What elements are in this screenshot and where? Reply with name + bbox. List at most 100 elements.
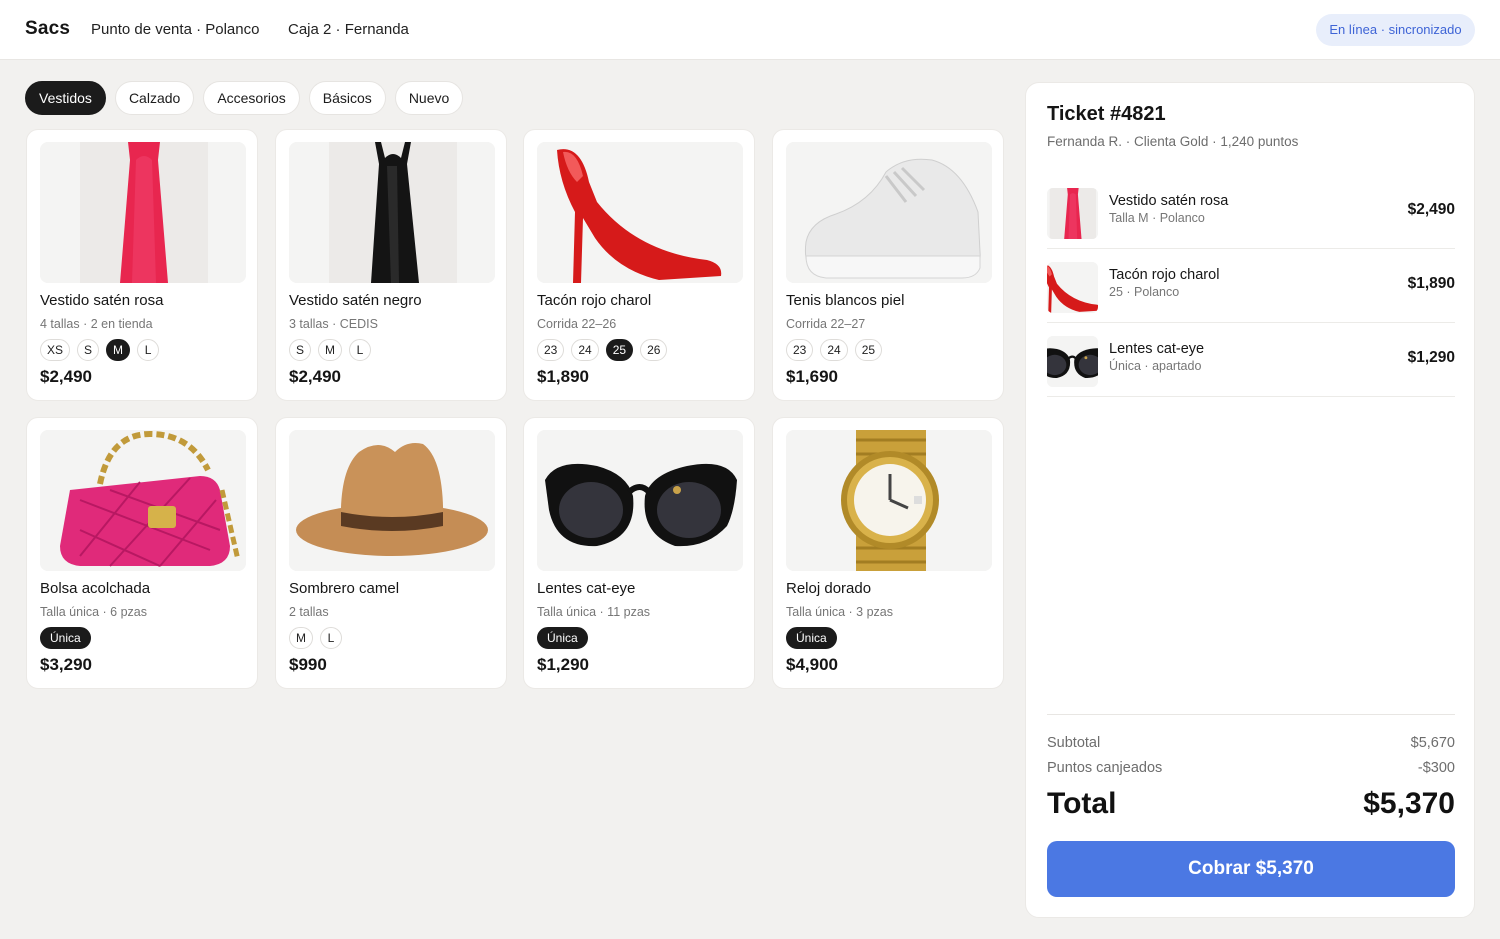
line-item-price: $1,890 — [1407, 275, 1455, 292]
size-selector: Única — [537, 627, 588, 649]
sunglasses-image — [537, 430, 743, 571]
size-option[interactable]: 26 — [640, 339, 668, 361]
tab-calzado[interactable]: Calzado — [114, 81, 195, 115]
size-option[interactable]: M — [106, 339, 131, 361]
top-bar: Sacs Punto de venta · Polanco Caja 2 · F… — [0, 0, 1500, 60]
size-selector: SML — [289, 339, 372, 361]
product-meta: Corrida 22–27 — [786, 317, 866, 331]
product-meta: 4 tallas · 2 en tienda — [40, 317, 153, 331]
ticket-line-item[interactable]: Lentes cat-eye Única · apartado $1,290 — [1047, 323, 1455, 397]
total-row: Total $5,370 — [1047, 787, 1455, 827]
product-name: Bolsa acolchada — [40, 580, 151, 597]
summary-divider — [1047, 714, 1455, 715]
product-price: $3,290 — [40, 655, 92, 674]
product-meta: Talla única · 3 pzas — [786, 605, 894, 619]
line-item-meta: 25 · Polanco — [1109, 285, 1180, 299]
product-meta: Talla única · 6 pzas — [40, 605, 148, 619]
size-option[interactable]: XS — [40, 339, 71, 361]
product-name: Tacón rojo charol — [537, 292, 652, 309]
sunglasses-image — [1047, 336, 1098, 387]
size-option[interactable]: 24 — [820, 339, 848, 361]
product-name: Sombrero camel — [289, 580, 400, 597]
hat-camel-image — [289, 430, 495, 571]
points-value: -$300 — [1417, 760, 1455, 776]
product-card[interactable]: Reloj dorado Talla única · 3 pzas Única $4,… — [772, 417, 1004, 689]
subtotal-value: $5,670 — [1410, 735, 1455, 751]
size-selector: 23 24 25 — [786, 339, 883, 361]
line-item-meta: Talla M · Polanco — [1109, 211, 1205, 225]
size-option[interactable]: Única — [786, 627, 837, 649]
size-option[interactable]: M — [318, 339, 343, 361]
sneaker-white-image — [786, 142, 992, 283]
product-meta: Corrida 22–26 — [537, 317, 617, 331]
dress-rosa-image — [40, 142, 246, 283]
dress-negro-image — [289, 142, 495, 283]
product-card[interactable]: Lentes cat-eye Talla única · 11 pzas Única… — [523, 417, 755, 689]
product-price: $2,490 — [289, 367, 341, 386]
line-item-name: Vestido satén rosa — [1109, 193, 1229, 209]
dress-rosa-image — [1047, 188, 1098, 239]
tab-accesorios[interactable]: Accesorios — [203, 81, 300, 115]
product-meta: Talla única · 11 pzas — [537, 605, 651, 619]
size-selector: ML — [289, 627, 342, 649]
charge-button[interactable]: Cobrar $5,370 — [1047, 841, 1455, 897]
total-label: Total — [1047, 787, 1117, 820]
category-tabs: Vestidos Calzado Accesorios Básicos Nuevo — [25, 81, 464, 115]
sync-status-badge: En línea · sincronizado — [1316, 14, 1475, 46]
product-price: $1,690 — [786, 367, 838, 386]
size-option[interactable]: L — [320, 627, 342, 649]
watch-gold-image — [786, 430, 992, 571]
line-item-name: Tacón rojo charol — [1109, 267, 1220, 283]
size-option[interactable]: 23 — [786, 339, 814, 361]
product-name: Vestido satén negro — [289, 292, 422, 309]
total-value: $5,370 — [1363, 787, 1455, 820]
product-name: Lentes cat-eye — [537, 580, 636, 597]
tab-básicos[interactable]: Básicos — [308, 81, 386, 115]
ticket-panel: Ticket #4821 Fernanda R. · Clienta Gold … — [1025, 82, 1475, 918]
size-option[interactable]: S — [289, 339, 312, 361]
points-row: Puntos canjeados -$300 — [1047, 760, 1455, 776]
heel-red-image — [537, 142, 743, 283]
register-cashier[interactable]: Caja 2 · Fernanda — [288, 21, 409, 38]
size-option[interactable]: 25 — [605, 339, 634, 361]
size-option[interactable]: S — [77, 339, 100, 361]
product-card[interactable]: Tenis blancos piel Corrida 22–27 23 24 25 $1,… — [772, 129, 1004, 401]
tab-vestidos[interactable]: Vestidos — [25, 81, 106, 115]
ticket-line-item[interactable]: Vestido satén rosa Talla M · Polanco $2,49… — [1047, 175, 1455, 249]
line-item-price: $2,490 — [1407, 201, 1455, 218]
heel-red-image — [1047, 262, 1098, 313]
product-price: $1,290 — [537, 655, 589, 674]
subtotal-label: Subtotal — [1047, 735, 1101, 751]
size-option[interactable]: Única — [537, 627, 588, 649]
line-item-price: $1,290 — [1407, 349, 1455, 366]
size-option[interactable]: 23 — [537, 339, 565, 361]
size-option[interactable]: M — [289, 627, 313, 649]
product-meta: 3 tallas · CEDIS — [289, 317, 378, 331]
product-card[interactable]: Sombrero camel 2 tallas M L $990 — [275, 417, 507, 689]
product-name: Tenis blancos piel — [786, 292, 905, 309]
size-option[interactable]: L — [349, 339, 372, 361]
product-meta: 2 tallas — [289, 605, 329, 619]
size-option[interactable]: Única — [40, 627, 91, 649]
ticket-line-item[interactable]: Tacón rojo charol 25 · Polanco $1,890 — [1047, 249, 1455, 323]
bag-pink-image — [40, 430, 246, 571]
tab-nuevo[interactable]: Nuevo — [394, 81, 464, 115]
size-selector: XS S M L — [40, 339, 160, 361]
product-name: Reloj dorado — [786, 580, 872, 597]
size-option[interactable]: 25 — [854, 339, 883, 361]
brand-logo[interactable]: Sacs — [25, 18, 70, 40]
line-item-meta: Única · apartado — [1109, 359, 1202, 373]
product-price: $1,890 — [537, 367, 589, 386]
product-card[interactable]: Tacón rojo charol Corrida 22–26 23 24 25 26 $1… — [523, 129, 755, 401]
size-option[interactable]: L — [137, 339, 160, 361]
size-option[interactable]: 24 — [571, 339, 599, 361]
product-card[interactable]: Vestido satén negro 3 tallas · CEDIS S M L $2… — [275, 129, 507, 401]
size-selector: Única — [786, 627, 837, 649]
product-price: $2,490 — [40, 367, 92, 386]
subtotal-row: Subtotal $5,670 — [1047, 735, 1455, 751]
product-card[interactable]: Bolsa acolchada Talla única · 6 pzas Única… — [26, 417, 258, 689]
product-price: $990 — [289, 655, 327, 674]
store-location[interactable]: Punto de venta · Polanco — [91, 21, 259, 38]
ticket-title: Ticket #4821 — [1047, 103, 1166, 125]
product-card[interactable]: Vestido satén rosa 4 tallas · 2 en tienda… — [26, 129, 258, 401]
